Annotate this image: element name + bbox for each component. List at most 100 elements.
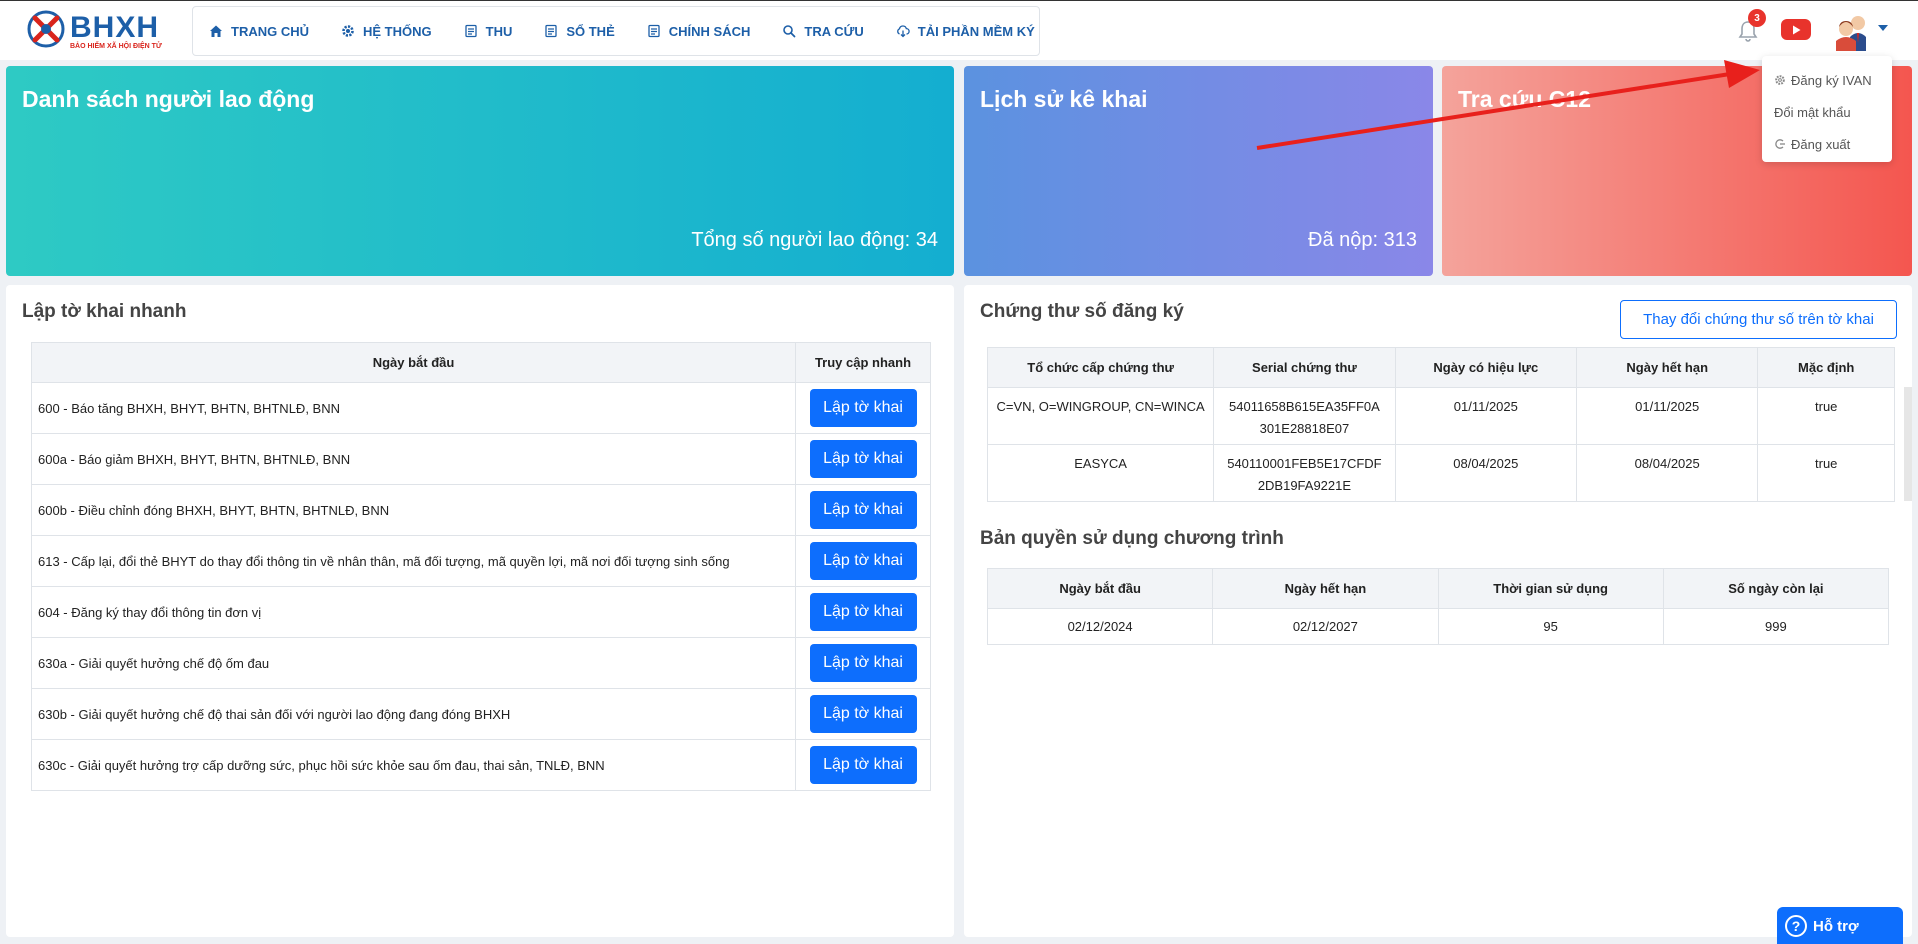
create-declaration-button[interactable]: Lập tờ khai xyxy=(809,746,917,784)
table-row: 630c - Giải quyết hưởng trợ cấp dưỡng sứ… xyxy=(31,739,931,791)
quick-access-cell: Lập tờ khai xyxy=(795,433,931,485)
declaration-name: 630a - Giải quyết hưởng chế độ ốm đau xyxy=(31,637,796,689)
history-card[interactable]: Lịch sử kê khai Đã nộp: 313 xyxy=(964,66,1433,276)
create-declaration-button[interactable]: Lập tờ khai xyxy=(809,644,917,682)
nav-so-the[interactable]: SỔ THẺ xyxy=(544,23,615,39)
card-value: Tổng số người lao động: 34 xyxy=(691,229,938,251)
card-value: Đã nộp: 313 xyxy=(1308,229,1417,251)
help-button[interactable]: ? Hỗ trợ xyxy=(1777,907,1903,944)
nav-label: THU xyxy=(485,23,513,39)
certificate-panel: Chứng thư số đăng ký Thay đổi chứng thư … xyxy=(964,285,1912,937)
column-header: Ngày hết hạn xyxy=(1212,568,1439,609)
column-header: Tổ chức cấp chứng thư xyxy=(986,347,1215,388)
declaration-name: 600a - Báo giảm BHXH, BHYT, BHTN, BHTNLĐ… xyxy=(31,433,796,485)
column-header: Truy cập nhanh xyxy=(795,342,931,383)
cert-serial-line: 540110001FEB5E17CFDF xyxy=(1227,456,1382,471)
logout-icon xyxy=(1775,139,1785,149)
panel-title: Lập tờ khai nhanh xyxy=(22,301,187,322)
document-icon xyxy=(648,24,660,38)
column-header: Số ngày còn lại xyxy=(1662,568,1890,609)
nav-tra-cuu[interactable]: TRA CỨU xyxy=(782,23,864,39)
quick-access-cell: Lập tờ khai xyxy=(795,688,931,740)
nav-trang-chu[interactable]: TRANG CHỦ xyxy=(209,24,309,39)
menu-item-doi-mat-khau[interactable]: Đổi mật khẩu xyxy=(1762,96,1892,128)
document-icon xyxy=(464,24,477,38)
logo-subtitle: BẢO HIỂM XÃ HỘI ĐIỆN TỬ xyxy=(70,43,162,50)
license-table: Ngày bắt đầu Ngày hết hạn Thời gian sử d… xyxy=(986,568,1890,645)
nav-label: HỆ THỐNG xyxy=(363,23,432,39)
table-row: 630b - Giải quyết hưởng chế độ thai sản … xyxy=(31,688,931,740)
user-avatar[interactable] xyxy=(1832,11,1872,51)
card-title: Tra cứu C12 xyxy=(1458,86,1591,112)
create-declaration-button[interactable]: Lập tờ khai xyxy=(809,389,917,427)
table-row[interactable]: C=VN, O=WINGROUP, CN=WINCA 54011658B615E… xyxy=(986,387,1895,445)
certificate-table: Tổ chức cấp chứng thư Serial chứng thư N… xyxy=(986,347,1895,502)
create-declaration-button[interactable]: Lập tờ khai xyxy=(809,542,917,580)
table-row: 630a - Giải quyết hưởng chế độ ốm đau Lập… xyxy=(31,637,931,689)
declaration-name: 630b - Giải quyết hưởng chế độ thai sản … xyxy=(31,688,796,740)
quick-declaration-panel: Lập tờ khai nhanh Ngày bắt đầu Truy cập … xyxy=(6,285,954,937)
table-row: 600a - Báo giảm BHXH, BHYT, BHTN, BHTNLĐ… xyxy=(31,433,931,485)
main-nav: TRANG CHỦ HỆ THỐNG THU SỔ THẺ CHÍNH SÁCH… xyxy=(192,6,1040,56)
workers-card[interactable]: Danh sách người lao động Tổng số người l… xyxy=(6,66,954,276)
menu-item-dang-xuat[interactable]: Đăng xuất xyxy=(1762,128,1892,160)
cert-issuer: C=VN, O=WINGROUP, CN=WINCA xyxy=(986,387,1215,445)
license-start-date: 02/12/2024 xyxy=(986,608,1214,645)
change-certificate-button[interactable]: Thay đổi chứng thư số trên tờ khai xyxy=(1620,300,1897,339)
column-header: Mặc định xyxy=(1757,347,1895,388)
table-row: 02/12/2024 02/12/2027 95 999 xyxy=(986,608,1890,645)
menu-item-label: Đổi mật khẩu xyxy=(1774,104,1851,120)
table-row[interactable]: EASYCA 540110001FEB5E17CFDF 2DB19FA9221E … xyxy=(986,444,1895,502)
home-icon xyxy=(210,25,222,37)
create-declaration-button[interactable]: Lập tờ khai xyxy=(809,491,917,529)
nav-chinh-sach[interactable]: CHÍNH SÁCH xyxy=(647,24,750,39)
nav-label: TRA CỨU xyxy=(804,23,864,39)
bhxh-logo[interactable]: BHXH BẢO HIỂM XÃ HỘI ĐIỆN TỬ xyxy=(26,7,171,53)
quick-access-cell: Lập tờ khai xyxy=(795,739,931,791)
user-menu-caret[interactable] xyxy=(1878,25,1888,31)
cert-valid-from: 08/04/2025 xyxy=(1394,444,1578,502)
column-header: Ngày bắt đầu xyxy=(986,568,1214,609)
cert-serial-line: 54011658B615EA35FF0A xyxy=(1229,399,1380,414)
notification-badge: 3 xyxy=(1748,9,1766,27)
play-icon xyxy=(1793,25,1801,34)
column-header: Ngày bắt đầu xyxy=(31,342,796,383)
column-header: Ngày hết hạn xyxy=(1576,347,1759,388)
table-scrollbar[interactable] xyxy=(1904,387,1912,501)
cloud-download-icon xyxy=(896,25,910,38)
menu-item-label: Đăng xuất xyxy=(1791,136,1851,152)
gear-icon xyxy=(342,25,354,37)
cert-valid-to: 08/04/2025 xyxy=(1576,444,1759,502)
cert-default: true xyxy=(1757,444,1895,502)
cert-valid-from: 01/11/2025 xyxy=(1394,387,1578,445)
nav-label: TRANG CHỦ xyxy=(231,23,309,39)
menu-item-label: Đăng ký IVAN xyxy=(1791,72,1872,88)
declaration-name: 600 - Báo tăng BHXH, BHYT, BHTN, BHTNLĐ,… xyxy=(31,382,796,434)
create-declaration-button[interactable]: Lập tờ khai xyxy=(809,695,917,733)
search-icon xyxy=(783,25,796,38)
cert-valid-to: 01/11/2025 xyxy=(1576,387,1759,445)
column-header: Ngày có hiệu lực xyxy=(1394,347,1578,388)
document-icon xyxy=(545,24,557,38)
quick-access-cell: Lập tờ khai xyxy=(795,382,931,434)
nav-thu[interactable]: THU xyxy=(464,23,513,39)
nav-he-thong[interactable]: HỆ THỐNG xyxy=(341,24,432,39)
user-dropdown-menu: Đăng ký IVAN Đổi mật khẩu Đăng xuất xyxy=(1762,56,1892,162)
create-declaration-button[interactable]: Lập tờ khai xyxy=(809,593,917,631)
column-header: Serial chứng thư xyxy=(1213,347,1396,388)
nav-tai-phan-mem-ky[interactable]: TẢI PHẦN MỀM KÝ xyxy=(896,24,1035,39)
quick-access-cell: Lập tờ khai xyxy=(795,535,931,587)
license-days-remaining: 999 xyxy=(1662,608,1890,645)
table-row: 613 - Cấp lại, đổi thẻ BHYT do thay đổi … xyxy=(31,535,931,587)
nav-label: SỔ THẺ xyxy=(566,23,615,39)
quick-access-cell: Lập tờ khai xyxy=(795,484,931,536)
table-row: 604 - Đăng ký thay đổi thông tin đơn vị L… xyxy=(31,586,931,638)
menu-item-dang-ky-ivan[interactable]: Đăng ký IVAN xyxy=(1762,64,1892,96)
cert-serial: 540110001FEB5E17CFDF 2DB19FA9221E xyxy=(1213,444,1396,502)
cert-serial: 54011658B615EA35FF0A 301E28818E07 xyxy=(1213,387,1396,445)
youtube-icon[interactable] xyxy=(1781,19,1811,40)
declaration-name: 604 - Đăng ký thay đổi thông tin đơn vị xyxy=(31,586,796,638)
table-row: 600 - Báo tăng BHXH, BHYT, BHTN, BHTNLĐ,… xyxy=(31,382,931,434)
create-declaration-button[interactable]: Lập tờ khai xyxy=(809,440,917,478)
nav-label: TẢI PHẦN MỀM KÝ xyxy=(917,23,1035,39)
